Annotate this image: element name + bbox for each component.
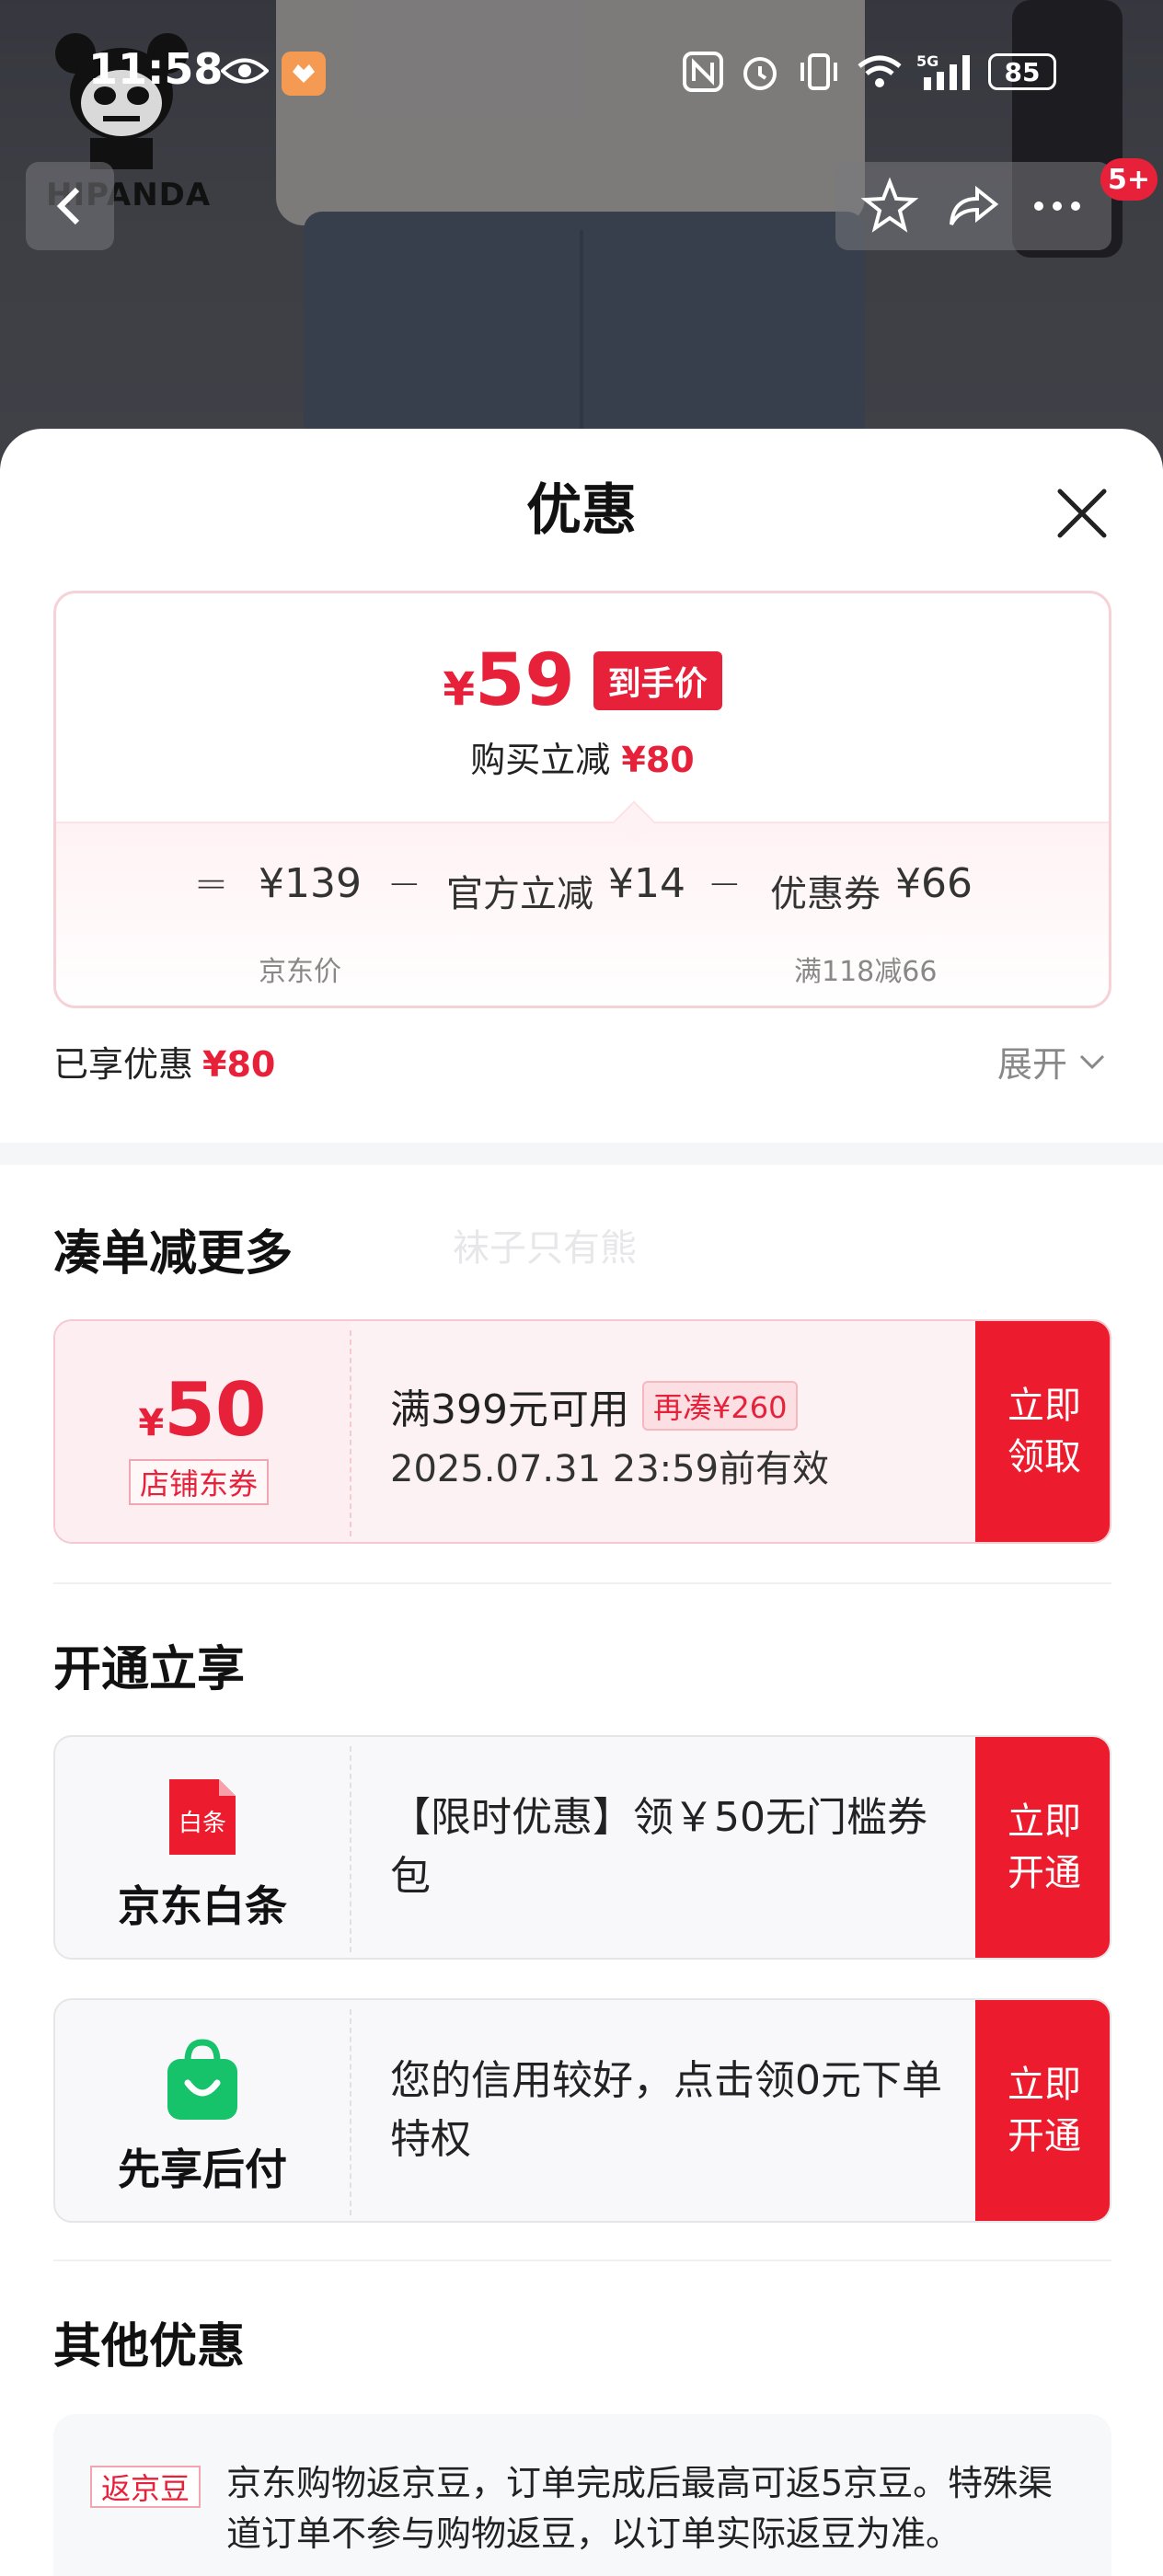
enjoyed-discount-amount: ¥80	[202, 1044, 276, 1085]
svg-text:5G: 5G	[916, 52, 938, 70]
service-description: 【限时优惠】领￥50无门槛券包	[390, 1794, 927, 1900]
coupon-currency: ¥	[138, 1402, 165, 1444]
jingdou-tag: 返京豆	[90, 2466, 202, 2508]
coupon-discount-amount: ¥66	[895, 860, 973, 907]
purchase-discount-amount: ¥80	[621, 740, 695, 780]
nfc-icon	[683, 52, 723, 92]
divider-line	[53, 1582, 1111, 1584]
coupon-condition: 满399元可用 再凑¥260	[390, 1376, 799, 1435]
open-baitiao-label: 立即开通	[1008, 1800, 1081, 1894]
service-brand-panel: 先享后付	[55, 2000, 350, 2221]
section-title-other: 其他优惠	[53, 2319, 246, 2375]
coupon-rule-note: 满118减66	[794, 956, 938, 988]
jingdou-description: 京东购物返京豆，订单完成后最高可返5京豆。特殊渠道订单不参与购物返豆，以订单实际…	[226, 2463, 1054, 2555]
baitiao-icon: 白条	[169, 1779, 236, 1855]
official-discount-label: 官方立减	[446, 873, 593, 915]
jd-price-label: 京东价	[259, 956, 341, 988]
coupon-value: 50	[164, 1367, 267, 1453]
favorite-star-icon[interactable]	[860, 177, 919, 236]
battery-icon: 85	[988, 53, 1056, 90]
coupon-validity: 2025.07.31 23:59前有效	[390, 1448, 830, 1490]
claim-coupon-label: 立即领取	[1008, 1385, 1081, 1478]
service-brand-panel: 白条 京东白条	[55, 1737, 350, 1958]
final-price-currency: ¥	[443, 662, 476, 716]
enjoyed-discount: 已享优惠 ¥80	[53, 1036, 275, 1087]
final-price-tag: 到手价	[593, 651, 722, 710]
section-title-open: 开通立享	[53, 1642, 246, 1697]
service-divider	[350, 2009, 351, 2215]
section-separator-band	[0, 1143, 1163, 1165]
service-name: 京东白条	[118, 1881, 287, 1931]
purchase-discount-label: 购买立减	[470, 740, 611, 780]
service-description: 您的信用较好，点击领0元下单特权	[390, 2057, 942, 2163]
share-icon[interactable]	[944, 177, 1003, 236]
divider-line	[53, 2260, 1111, 2261]
service-name: 先享后付	[118, 2145, 287, 2194]
baitiao-icon-label: 白条	[178, 1810, 226, 1837]
coupon-amount: ¥50	[55, 1367, 350, 1453]
shop-coupon-card: ¥50 店铺东券 满399元可用 再凑¥260 2025.07.31 23:59前…	[53, 1319, 1111, 1544]
formula-equals: =	[194, 860, 228, 907]
enjoyed-discount-label: 已享优惠	[53, 1044, 194, 1085]
claim-coupon-button[interactable]: 立即领取	[975, 1321, 1110, 1542]
back-button[interactable]	[26, 162, 114, 250]
purchase-discount-line: 购买立减 ¥80	[56, 731, 1109, 782]
notification-count-badge: 5+	[1100, 158, 1158, 201]
formula-minus-1: −	[387, 860, 421, 907]
formula-minus-2: −	[708, 860, 742, 907]
coupon-more-needed-tag: 再凑¥260	[641, 1381, 799, 1431]
service-card-baitiao: 白条 京东白条 【限时优惠】领￥50无门槛券包 立即开通	[53, 1735, 1111, 1960]
open-pay-later-button[interactable]: 立即开通	[975, 2000, 1110, 2221]
status-bar: 11:58 5G 85	[0, 37, 1163, 110]
expand-toggle[interactable]: 展开	[997, 1036, 1106, 1087]
section-title-more: 凑单减更多	[53, 1226, 294, 1282]
app-notification-icon	[282, 52, 326, 96]
more-dots-icon[interactable]	[1028, 177, 1087, 236]
signal-5g-icon: 5G	[916, 52, 970, 90]
status-time: 11:58	[88, 44, 224, 94]
coupon-divider	[350, 1330, 351, 1536]
open-baitiao-button[interactable]: 立即开通	[975, 1737, 1110, 1958]
coupon-discount-label: 优惠券	[770, 873, 881, 915]
open-pay-later-label: 立即开通	[1008, 2064, 1081, 2157]
service-card-pay-later: 先享后付 您的信用较好，点击领0元下单特权 立即开通	[53, 1998, 1111, 2223]
final-price: ¥ 59 到手价	[56, 639, 1109, 722]
coupon-type-tag: 店铺东券	[129, 1459, 270, 1505]
shopping-bag-icon	[167, 2039, 237, 2120]
official-discount-amount: ¥14	[608, 860, 685, 907]
chevron-left-icon	[56, 187, 80, 225]
coupon-condition-text: 满399元可用	[390, 1386, 629, 1433]
jd-price-value: ¥139	[259, 860, 362, 907]
top-action-group	[835, 162, 1111, 250]
final-price-amount: 59	[475, 639, 575, 722]
wifi-icon	[858, 55, 902, 87]
expand-label: 展开	[997, 1044, 1068, 1085]
other-discount-card: 返京豆 京东购物返京豆，订单完成后最高可返5京豆。特殊渠道订单不参与购物返豆，以…	[53, 2414, 1111, 2576]
close-icon[interactable]	[1049, 480, 1115, 546]
sheet-title: 优惠	[526, 478, 637, 543]
chevron-down-icon	[1079, 1054, 1105, 1069]
vibrate-icon	[800, 53, 837, 90]
eye-icon	[221, 58, 269, 84]
service-divider	[350, 1746, 351, 1952]
price-breakdown-card: ¥ 59 到手价 购买立减 ¥80 = ¥139 − 官方立减 ¥14 − 优惠…	[53, 591, 1111, 1008]
alarm-icon	[743, 57, 777, 90]
watermark-text: 袜子只有熊	[453, 1227, 637, 1270]
